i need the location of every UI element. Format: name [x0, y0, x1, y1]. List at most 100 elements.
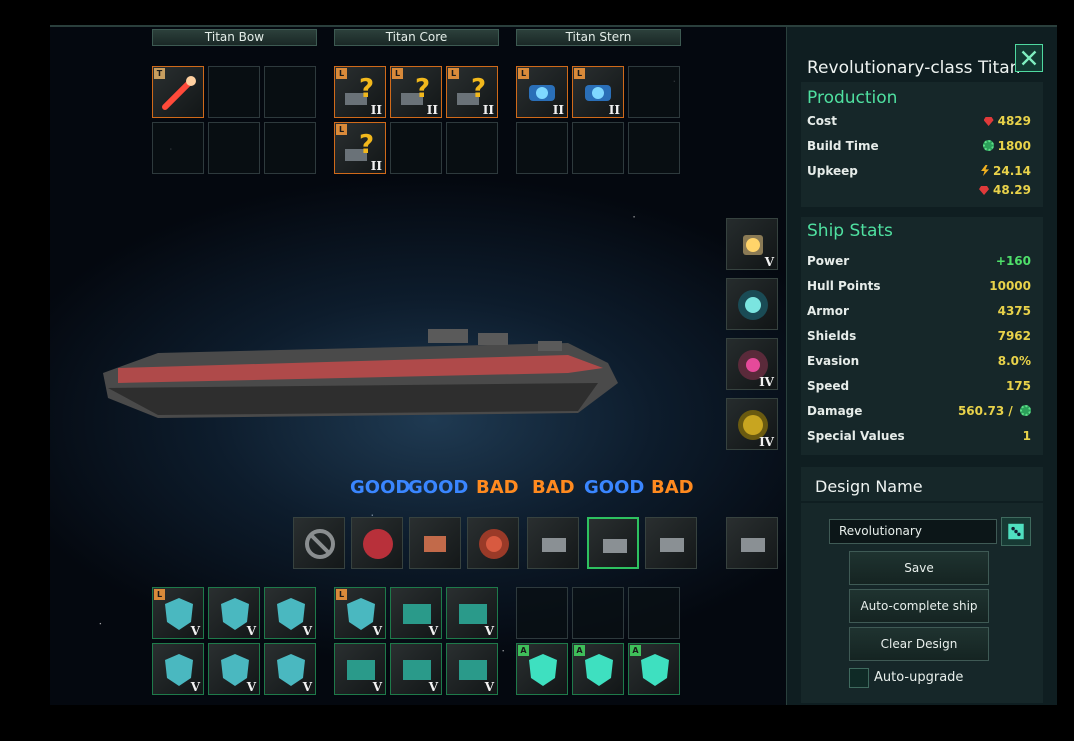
utility-slot[interactable]: V [208, 643, 260, 695]
stern-slot-empty[interactable] [628, 122, 680, 174]
power-value: +160 [995, 254, 1031, 268]
utility-slot[interactable]: V [334, 643, 386, 695]
auto-complete-button[interactable]: Auto-complete ship [849, 589, 989, 623]
svg-text:?: ? [359, 131, 374, 160]
utility-slot[interactable]: V [264, 587, 316, 639]
component-option[interactable] [467, 517, 519, 569]
component-option[interactable] [645, 517, 697, 569]
thruster-icon [424, 536, 446, 552]
bow-slot-empty[interactable] [264, 122, 316, 174]
utility-slot-empty[interactable] [516, 587, 568, 639]
stern-slot-empty[interactable] [572, 122, 624, 174]
core-slot-empty[interactable] [390, 122, 442, 174]
utility-slot[interactable]: LV [334, 587, 386, 639]
utility-slot[interactable]: V [390, 643, 442, 695]
utility-slot[interactable]: V [390, 587, 442, 639]
verdict-label: GOOD [584, 477, 645, 498]
utility-slot[interactable]: V [264, 643, 316, 695]
clear-design-button[interactable]: Clear Design [849, 627, 989, 661]
utility-slot[interactable]: LV [152, 587, 204, 639]
component-option-none[interactable] [293, 517, 345, 569]
utility-slot[interactable]: V [152, 643, 204, 695]
core-slot-empty[interactable] [446, 122, 498, 174]
aux-slot[interactable]: A [628, 643, 680, 695]
design-name-input[interactable]: Revolutionary [829, 519, 997, 544]
verdict-label: BAD [651, 477, 694, 498]
utility-slot-empty[interactable] [572, 587, 624, 639]
component-option[interactable] [527, 517, 579, 569]
svg-text:?: ? [471, 75, 486, 104]
bow-slot-empty[interactable] [152, 122, 204, 174]
component-option[interactable] [351, 517, 403, 569]
aux-shield-icon [585, 654, 613, 686]
aura-component-slot[interactable] [726, 278, 778, 330]
aux-slot[interactable]: A [516, 643, 568, 695]
damage-value: 560.73 / [957, 404, 1013, 418]
bow-slot-empty[interactable] [208, 66, 260, 118]
stern-slot-large-weapon[interactable]: L II [572, 66, 624, 118]
power-row: Power +160 [807, 254, 1031, 274]
torpedo-component-slot[interactable]: IV [726, 338, 778, 390]
shields-row: Shields 7962 [807, 329, 1031, 349]
gear-icon [982, 140, 994, 151]
bow-slot-empty[interactable] [264, 66, 316, 118]
component-option[interactable] [726, 517, 778, 569]
rank-label: II [426, 103, 438, 117]
build-time-value: 1800 [997, 139, 1031, 153]
utility-slot-empty[interactable] [628, 587, 680, 639]
rank-label: V [764, 255, 774, 269]
ship-stats-heading: Ship Stats [807, 221, 893, 241]
bolt-icon [981, 165, 990, 176]
rank-label: IV [759, 435, 774, 449]
upkeep-label: Upkeep [807, 164, 858, 178]
sensor-component-slot[interactable]: IV [726, 398, 778, 450]
speed-label: Speed [807, 379, 850, 393]
design-info-panel: Revolutionary-class Titan Production Cos… [786, 27, 1057, 705]
utility-slot[interactable]: V [208, 587, 260, 639]
aux-slot[interactable]: A [572, 643, 624, 695]
aura-device-icon [738, 290, 768, 320]
utility-slot[interactable]: V [446, 643, 498, 695]
turret-icon [542, 538, 566, 552]
stern-slot-empty[interactable] [516, 122, 568, 174]
perdition-beam-icon [162, 76, 196, 110]
gem-icon [983, 117, 994, 126]
evasion-row: Evasion 8.0% [807, 354, 1031, 374]
rank-label: V [246, 624, 256, 638]
verdict-label: BAD [532, 477, 575, 498]
design-name-heading: Design Name [815, 477, 923, 496]
bow-slot-titan-weapon[interactable]: T [152, 66, 204, 118]
component-option[interactable] [409, 517, 461, 569]
upkeep-energy-value: 24.14 [993, 164, 1031, 178]
core-slot-large-weapon[interactable]: L ? II [334, 122, 386, 174]
stern-slot-large-weapon[interactable]: L II [516, 66, 568, 118]
stern-slot-empty[interactable] [628, 66, 680, 118]
shields-label: Shields [807, 329, 857, 343]
rank-label: II [482, 103, 494, 117]
shields-value: 7962 [997, 329, 1031, 343]
utility-slot[interactable]: V [446, 587, 498, 639]
randomize-name-button[interactable] [1001, 517, 1031, 546]
cost-row: Cost 4829 [807, 114, 1031, 134]
evasion-value: 8.0% [997, 354, 1031, 368]
core-slot-large-weapon[interactable]: L ? II [334, 66, 386, 118]
aux-shield-icon [641, 654, 669, 686]
auto-upgrade-label: Auto-upgrade [874, 670, 964, 685]
ship-designer-window: Titan Bow Titan Core Titan Stern T L ? I… [50, 25, 1057, 705]
upkeep-minerals-value: 48.29 [993, 183, 1031, 197]
upkeep-minerals-row: 48.29 [807, 183, 1031, 203]
close-button[interactable] [1015, 44, 1043, 72]
rank-label: V [428, 624, 438, 638]
build-time-row: Build Time 1800 [807, 139, 1031, 159]
core-slot-large-weapon[interactable]: L ? II [446, 66, 498, 118]
core-slot-large-weapon[interactable]: L ? II [390, 66, 442, 118]
auto-upgrade-checkbox[interactable] [849, 668, 869, 688]
hull-points-row: Hull Points 10000 [807, 279, 1031, 299]
section-header-titan-core: Titan Core [334, 29, 499, 46]
component-option-selected[interactable] [587, 517, 639, 569]
radar-icon [479, 529, 509, 559]
save-button[interactable]: Save [849, 551, 989, 585]
bow-slot-empty[interactable] [208, 122, 260, 174]
ship-class-title: Revolutionary-class Titan [807, 58, 1021, 78]
core-component-slot[interactable]: V [726, 218, 778, 270]
